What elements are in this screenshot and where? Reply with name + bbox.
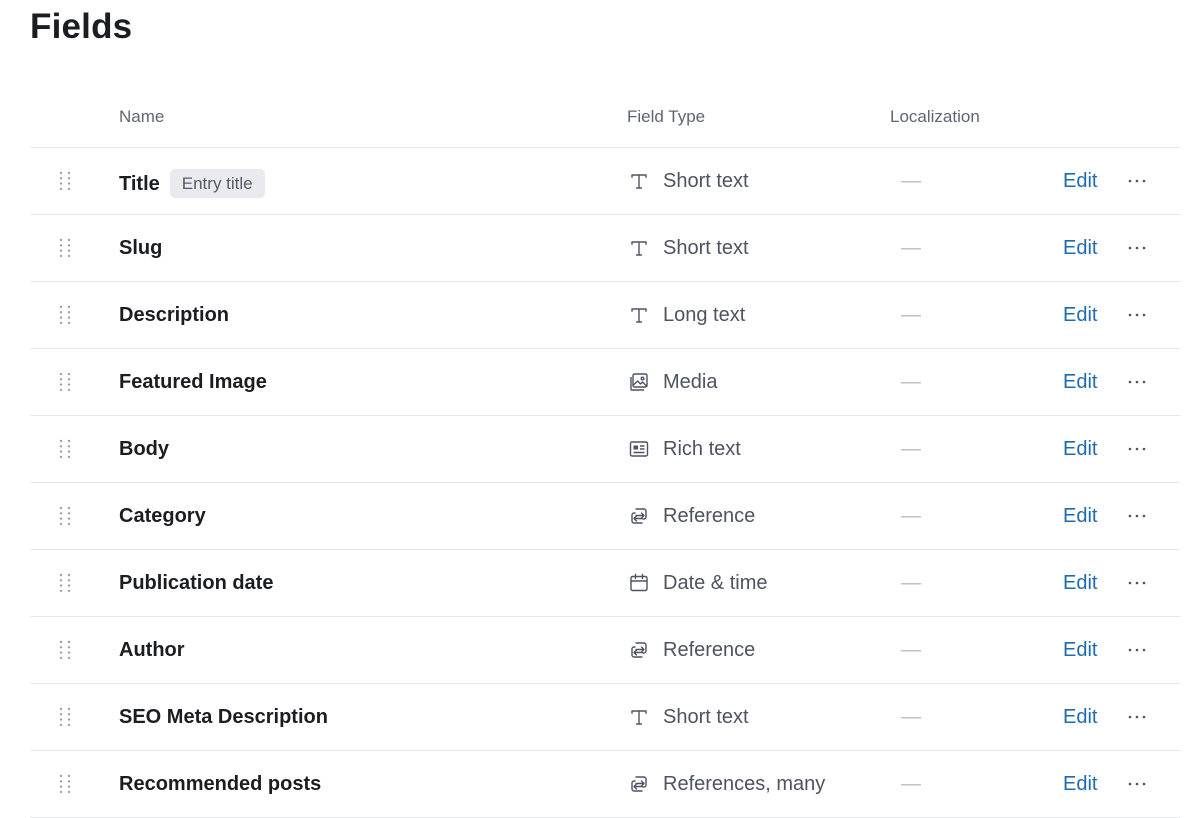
localization-value: —: [901, 706, 921, 728]
field-type-label: References, many: [663, 773, 826, 795]
calendar-icon: [628, 572, 650, 594]
more-horizontal-icon[interactable]: [1126, 504, 1148, 528]
column-header-localization: Localization: [890, 107, 980, 126]
text-icon: [628, 304, 650, 326]
more-horizontal-icon[interactable]: [1126, 638, 1148, 662]
field-name: Slug: [119, 236, 162, 260]
edit-button[interactable]: Edit: [1063, 437, 1097, 461]
drag-handle-icon[interactable]: [56, 773, 74, 795]
localization-value: —: [901, 170, 921, 192]
drag-handle-icon[interactable]: [56, 170, 74, 192]
rich-text-icon: [628, 438, 650, 460]
text-icon: [628, 237, 650, 259]
drag-handle-icon[interactable]: [56, 371, 74, 393]
field-rows: Title Entry title Short text — Edit Slug Short…: [30, 148, 1180, 818]
table-row: Author Reference — Edit: [30, 617, 1180, 684]
drag-handle-icon[interactable]: [56, 639, 74, 661]
more-horizontal-icon[interactable]: [1126, 370, 1148, 394]
entry-title-badge: Entry title: [169, 169, 265, 198]
more-horizontal-icon[interactable]: [1126, 236, 1148, 260]
table-row: Category Reference — Edit: [30, 483, 1180, 550]
table-row: Recommended posts References, many — Edit: [30, 751, 1180, 818]
field-name-label: Publication date: [119, 572, 274, 594]
drag-handle-icon[interactable]: [56, 505, 74, 527]
localization-value: —: [901, 639, 921, 661]
table-row: SEO Meta Description Short text — Edit: [30, 684, 1180, 751]
localization-value: —: [901, 572, 921, 594]
localization-value: —: [901, 505, 921, 527]
table-row: Title Entry title Short text — Edit: [30, 148, 1180, 215]
field-name-label: Description: [119, 304, 230, 326]
edit-button[interactable]: Edit: [1063, 303, 1097, 327]
column-header-name: Name: [119, 107, 165, 126]
reference-icon: [628, 773, 650, 795]
edit-button[interactable]: Edit: [1063, 504, 1097, 528]
drag-handle-icon[interactable]: [56, 304, 74, 326]
column-header-field-type: Field Type: [627, 107, 706, 126]
more-horizontal-icon[interactable]: [1126, 571, 1148, 595]
reference-icon: [628, 639, 650, 661]
localization-value: —: [901, 773, 921, 795]
field-type-label: Media: [663, 371, 718, 393]
edit-button[interactable]: Edit: [1063, 772, 1097, 796]
localization-value: —: [901, 438, 921, 460]
more-horizontal-icon[interactable]: [1126, 705, 1148, 729]
field-type-label: Short text: [663, 706, 749, 728]
field-name-label: Slug: [119, 237, 163, 259]
field-name: Publication date: [119, 571, 273, 595]
page-title: Fields: [30, 7, 133, 46]
table-row: Featured Image Media — Edit: [30, 349, 1180, 416]
more-horizontal-icon[interactable]: [1126, 303, 1148, 327]
field-name: Category: [119, 504, 206, 528]
more-horizontal-icon[interactable]: [1126, 437, 1148, 461]
field-name: Author: [119, 638, 185, 662]
reference-icon: [628, 505, 650, 527]
field-name: SEO Meta Description: [119, 705, 328, 729]
field-name-label: SEO Meta Description: [119, 706, 328, 728]
field-name-label: Title: [119, 173, 160, 195]
text-icon: [628, 706, 650, 728]
edit-button[interactable]: Edit: [1063, 638, 1097, 662]
field-name: Title Entry title: [119, 169, 265, 198]
field-name-label: Author: [119, 639, 185, 661]
field-name: Featured Image: [119, 370, 267, 394]
table-row: Body Rich text — Edit: [30, 416, 1180, 483]
media-icon: [628, 371, 650, 393]
drag-handle-icon[interactable]: [56, 438, 74, 460]
more-horizontal-icon[interactable]: [1126, 772, 1148, 796]
drag-handle-icon[interactable]: [56, 572, 74, 594]
localization-value: —: [901, 304, 921, 326]
drag-handle-icon[interactable]: [56, 706, 74, 728]
field-name: Recommended posts: [119, 772, 321, 796]
field-type-label: Rich text: [663, 438, 741, 460]
localization-value: —: [901, 237, 921, 259]
table-row: Publication date Date & time — Edit: [30, 550, 1180, 617]
field-type-label: Reference: [663, 505, 756, 527]
field-name-label: Featured Image: [119, 371, 267, 393]
field-name-label: Recommended posts: [119, 773, 322, 795]
edit-button[interactable]: Edit: [1063, 370, 1097, 394]
edit-button[interactable]: Edit: [1063, 571, 1097, 595]
localization-value: —: [901, 371, 921, 393]
field-name-label: Category: [119, 505, 206, 527]
table-header: Name Field Type Localization: [30, 84, 1180, 148]
field-name-label: Body: [119, 438, 169, 460]
table-row: Description Long text — Edit: [30, 282, 1180, 349]
field-name: Body: [119, 437, 169, 461]
edit-button[interactable]: Edit: [1063, 169, 1097, 193]
more-horizontal-icon[interactable]: [1126, 169, 1148, 193]
field-type-label: Date & time: [663, 572, 768, 594]
field-type-label: Reference: [663, 639, 756, 661]
field-type-label: Short text: [663, 237, 749, 259]
fields-table: Name Field Type Localization Title Entry …: [30, 84, 1180, 818]
field-name: Description: [119, 303, 229, 327]
field-type-label: Short text: [663, 170, 749, 192]
field-type-label: Long text: [663, 304, 746, 326]
drag-handle-icon[interactable]: [56, 237, 74, 259]
edit-button[interactable]: Edit: [1063, 236, 1097, 260]
edit-button[interactable]: Edit: [1063, 705, 1097, 729]
table-row: Slug Short text — Edit: [30, 215, 1180, 282]
text-icon: [628, 170, 650, 192]
